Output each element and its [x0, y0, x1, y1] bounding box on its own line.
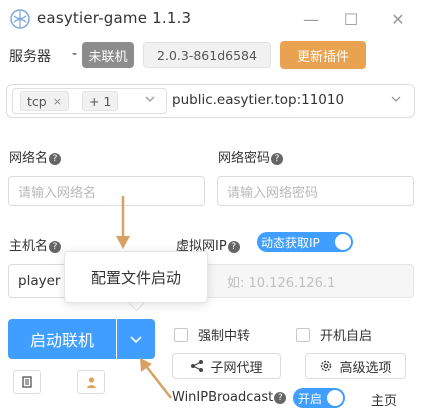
virtual-ip-input: 如: 10.126.126.1: [200, 264, 414, 298]
window-title: easytier-game 1.1.3: [37, 9, 192, 27]
toggle-knob: [335, 234, 351, 250]
help-circle-icon: ?: [49, 153, 62, 165]
config-start-tooltip[interactable]: 配置文件启动: [64, 251, 208, 303]
server-dash: -: [72, 46, 78, 62]
maximize-button[interactable]: ☐: [331, 6, 371, 32]
network-name-input[interactable]: 请输入网络名: [8, 176, 205, 206]
user-icon: [86, 376, 96, 388]
help-circle-icon: ?: [49, 241, 62, 253]
chevron-down-icon: [130, 336, 142, 344]
dynamic-ip-toggle[interactable]: 动态获取IP: [257, 232, 353, 252]
tag-remove-icon[interactable]: ×: [53, 95, 62, 108]
config-file-button[interactable]: [13, 370, 41, 394]
chevron-down-icon[interactable]: [390, 93, 402, 108]
subnet-proxy-button[interactable]: 子网代理: [172, 353, 281, 379]
hostname-label: 主机名?: [9, 235, 62, 254]
status-badge: 未联机: [82, 42, 134, 68]
network-name-label: 网络名?: [9, 147, 62, 166]
app-logo-icon: [10, 9, 30, 29]
autostart-checkbox[interactable]: 开机自启: [296, 325, 372, 344]
close-button[interactable]: ✕: [378, 6, 418, 32]
start-button[interactable]: 启动联机: [8, 319, 116, 359]
checkbox-box: [174, 327, 188, 342]
share-icon: [191, 360, 204, 372]
gear-icon: [321, 360, 332, 372]
winip-broadcast-toggle[interactable]: 开启: [293, 388, 345, 408]
document-icon: [22, 376, 32, 388]
home-link[interactable]: 主页: [371, 390, 397, 409]
chevron-down-icon[interactable]: [144, 93, 156, 108]
minimize-icon: —: [303, 9, 319, 29]
close-icon: ✕: [391, 9, 405, 29]
help-circle-icon: ?: [274, 392, 287, 404]
version-badge: 2.0.3-861d6584: [143, 42, 271, 68]
protocol-tag[interactable]: tcp ×: [20, 91, 69, 111]
toggle-knob: [327, 390, 343, 406]
maximize-icon: ☐: [343, 9, 359, 29]
network-password-input[interactable]: 请输入网络密码: [217, 176, 414, 206]
winip-broadcast-label: WinIPBroadcast?: [172, 390, 287, 405]
update-plugin-button[interactable]: 更新插件: [280, 41, 366, 69]
server-url-value: public.easytier.top:11010: [172, 92, 345, 108]
help-circle-icon: ?: [227, 241, 240, 253]
user-button[interactable]: [77, 370, 105, 394]
start-dropdown-button[interactable]: [117, 319, 155, 359]
checkbox-box: [296, 327, 310, 342]
server-label: 服务器: [9, 49, 51, 65]
advanced-options-button[interactable]: 高级选项: [305, 353, 406, 379]
protocol-more-tag: + 1: [82, 91, 119, 111]
help-circle-icon: ?: [271, 153, 284, 165]
network-password-label: 网络密码?: [218, 147, 284, 166]
minimize-button[interactable]: —: [291, 6, 331, 32]
protocol-tag-label: tcp: [27, 93, 47, 109]
force-relay-checkbox[interactable]: 强制中转: [174, 325, 250, 344]
